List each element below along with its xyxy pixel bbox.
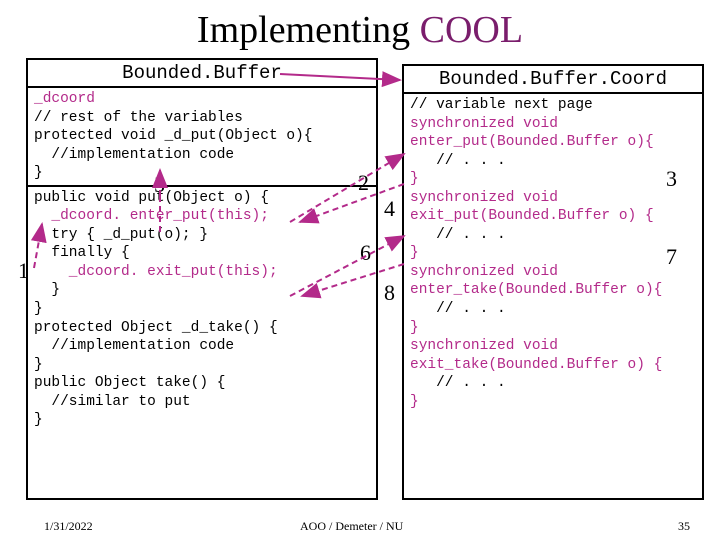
right-class-box: Bounded.Buffer.Coord // variable next pa… [402,64,704,500]
code-line: enter_put(Bounded.Buffer o){ [410,133,698,152]
code-line: public Object take() { [34,374,372,393]
code-line: } [34,411,372,430]
step-3: 3 [666,166,677,192]
code-line: _dcoord [34,90,372,109]
code-line: } [34,356,372,375]
step-7: 7 [666,244,677,270]
step-5: 5 [154,172,165,198]
code-line: // variable next page [410,96,698,115]
code-line: enter_take(Bounded.Buffer o){ [410,281,698,300]
code-line: } [34,164,372,183]
code-line: //implementation code [34,146,372,165]
right-header: Bounded.Buffer.Coord [404,66,702,94]
left-class-box: Bounded.Buffer _dcoord// rest of the var… [26,58,378,500]
code-line: //similar to put [34,393,372,412]
code-line: exit_put(Bounded.Buffer o) { [410,207,698,226]
code-line: _dcoord. exit_put(this); [34,263,372,282]
footer-date: 1/31/2022 [44,519,93,534]
code-line: finally { [34,244,372,263]
code-line: synchronized void [410,189,698,208]
footer-page: 35 [678,519,690,534]
code-line: } [410,393,698,412]
code-line: synchronized void [410,115,698,134]
code-line: } [410,170,698,189]
title-black: Implementing [197,9,420,51]
code-line: synchronized void [410,337,698,356]
code-line: //implementation code [34,337,372,356]
title-purple: COOL [420,9,523,51]
step-1: 1 [18,258,29,284]
code-line: // . . . [410,300,698,319]
slide-title: Implementing COOL [0,0,720,56]
step-8: 8 [384,280,395,306]
code-line: // . . . [410,152,698,171]
code-line: protected Object _d_take() { [34,319,372,338]
code-line: _dcoord. enter_put(this); [34,207,372,226]
footer-center: AOO / Demeter / NU [300,519,403,534]
code-line: protected void _d_put(Object o){ [34,127,372,146]
left-body-top: _dcoord// rest of the variablesprotected… [28,88,376,187]
left-header: Bounded.Buffer [28,60,376,88]
code-line: } [410,319,698,338]
code-line: // . . . [410,374,698,393]
code-line: } [410,244,698,263]
code-line: exit_take(Bounded.Buffer o) { [410,356,698,375]
code-line: synchronized void [410,263,698,282]
step-6: 6 [360,240,371,266]
right-body: // variable next pagesynchronized voiden… [404,94,702,413]
code-line: } [34,300,372,319]
code-line: try { _d_put(o); } [34,226,372,245]
step-4: 4 [384,196,395,222]
code-line: // rest of the variables [34,109,372,128]
code-line: } [34,281,372,300]
code-line: // . . . [410,226,698,245]
left-body-bottom: public void put(Object o) { _dcoord. ent… [28,187,376,432]
code-line: public void put(Object o) { [34,189,372,208]
step-2: 2 [358,170,369,196]
